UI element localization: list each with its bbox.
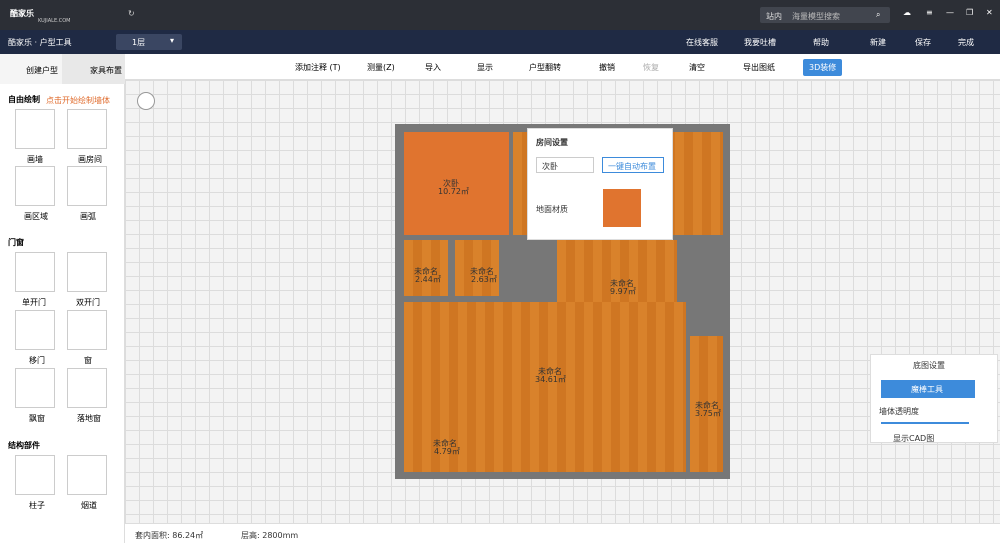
room-settings-title: 房间设置 [536, 138, 568, 147]
area-room5: 4.79㎡ [434, 447, 460, 456]
tab-create[interactable]: 创建户型 [0, 54, 62, 84]
search-input[interactable]: 海量模型搜索 [792, 11, 840, 22]
draw-room-tool[interactable] [67, 109, 107, 149]
auto-layout-button[interactable]: 一键自动布置 [602, 157, 664, 173]
section-structural: 结构部件 [8, 441, 40, 450]
draw-wall-tool[interactable] [15, 109, 55, 149]
area-room2: 2.63㎡ [471, 275, 497, 284]
tab-furniture-label: 家具布置 [90, 66, 122, 75]
floor-window-tool[interactable] [67, 368, 107, 408]
toolbar: 添加注释 (T) 测量(Z) 导入 显示 户型翻转 撤销 恢复 清空 导出图纸 … [125, 54, 1000, 80]
height-status: 层高: 2800mm [241, 531, 299, 540]
floor-material-swatch[interactable] [603, 189, 641, 227]
bay-window-tool[interactable] [15, 368, 55, 408]
draw-room-label: 画房间 [78, 155, 102, 164]
chevron-down-icon: ▾ [170, 36, 175, 45]
window-label: 窗 [84, 356, 92, 365]
done-button[interactable]: 完成 [958, 37, 974, 48]
help-button[interactable]: 帮助 [813, 37, 829, 48]
sliding-door-label: 移门 [29, 356, 45, 365]
annotate-button[interactable]: 添加注释 (T) [295, 62, 341, 73]
bay-window-label: 飘窗 [29, 414, 45, 423]
floor-select[interactable]: 1层 ▾ [116, 34, 182, 50]
left-panel: 创建户型 家具布置 自由绘制 点击开始绘制墙体 画墙 画房间 画区域 画弧 门窗… [0, 54, 125, 543]
clear-button[interactable]: 清空 [689, 62, 705, 73]
restore-icon[interactable]: ❐ [966, 8, 973, 17]
redo-button[interactable]: 恢复 [643, 62, 659, 73]
display-button[interactable]: 显示 [477, 62, 493, 73]
floor-material-label: 地面材质 [536, 205, 568, 214]
app-logo: 酷家乐 [10, 9, 34, 18]
undo-button[interactable]: 撤销 [599, 62, 615, 73]
magic-wand-button[interactable]: 魔棒工具 [881, 380, 975, 398]
section-doors: 门窗 [8, 238, 24, 247]
single-door-label: 单开门 [22, 298, 46, 307]
flip-button[interactable]: 户型翻转 [529, 62, 561, 73]
room-settings-panel: 房间设置 次卧 一键自动布置 地面材质 [527, 128, 673, 240]
draw-region-label: 画区域 [24, 212, 48, 221]
floor-window-label: 落地窗 [77, 414, 101, 423]
draw-arc-label: 画弧 [80, 212, 96, 221]
draw-wall-label: 画墙 [27, 155, 43, 164]
new-button[interactable]: 新建 [870, 37, 886, 48]
magic-wand-label: 魔棒工具 [911, 385, 943, 394]
auto-layout-label: 一键自动布置 [608, 162, 656, 171]
export-button[interactable]: 导出图纸 [743, 62, 775, 73]
area-room4: 34.61㎡ [535, 375, 566, 384]
search-scope[interactable]: 站内 [766, 11, 782, 22]
search-icon[interactable]: ⌕ [876, 10, 880, 20]
flue-tool[interactable] [67, 455, 107, 495]
cloud-icon[interactable]: ☁ [903, 8, 911, 17]
import-button[interactable]: 导入 [425, 62, 441, 73]
decor-button[interactable]: 3D装修 [803, 59, 843, 76]
base-settings-panel: 底图设置 魔棒工具 墙体透明度 显示CAD图 [870, 354, 998, 443]
base-settings-title: 底图设置 [913, 361, 945, 370]
menu-icon[interactable]: ≡ [926, 8, 933, 17]
search-box[interactable]: 站内 海量模型搜索 ⌕ [760, 7, 890, 23]
single-door-tool[interactable] [15, 252, 55, 292]
floor-label: 1层 [132, 38, 146, 47]
pillar-tool[interactable] [15, 455, 55, 495]
opacity-label: 墙体透明度 [879, 407, 919, 416]
opacity-slider[interactable] [881, 422, 969, 424]
cad-label: 显示CAD图 [893, 434, 935, 443]
floorplan-canvas[interactable]: 次卧 10.72㎡ 未命名 2.44㎡ 未命名 2.63㎡ 未命名 9.97㎡ … [125, 80, 1000, 523]
draw-region-tool[interactable] [15, 166, 55, 206]
double-door-tool[interactable] [67, 252, 107, 292]
refresh-icon[interactable]: ↻ [128, 9, 135, 18]
area-bedroom: 10.72㎡ [438, 187, 469, 196]
status-bar: 套内面积: 86.24㎡ 层高: 2800mm [125, 523, 1000, 543]
save-button[interactable]: 保存 [915, 37, 931, 48]
app-subtext: KUJIALE.COM [38, 18, 71, 24]
tab-furniture[interactable]: 家具布置 [62, 54, 125, 84]
flue-label: 烟道 [81, 501, 97, 510]
room-type-value: 次卧 [542, 162, 558, 171]
app-header: 酷家乐 · 户型工具 1层 ▾ 在线客服 我要吐槽 帮助 新建 保存 完成 [0, 30, 1000, 54]
area-room3: 9.97㎡ [610, 287, 636, 296]
draw-arc-tool[interactable] [67, 166, 107, 206]
window-tool[interactable] [67, 310, 107, 350]
service-button[interactable]: 在线客服 [686, 37, 718, 48]
draw-hint: 点击开始绘制墙体 [46, 96, 110, 105]
app-title: 酷家乐 · 户型工具 [8, 38, 72, 47]
compass-icon[interactable] [137, 92, 155, 110]
area-room6: 3.75㎡ [695, 409, 721, 418]
sliding-door-tool[interactable] [15, 310, 55, 350]
feedback-button[interactable]: 我要吐槽 [744, 37, 776, 48]
measure-button[interactable]: 测量(Z) [367, 62, 395, 73]
double-door-label: 双开门 [76, 298, 100, 307]
minimize-icon[interactable]: — [946, 8, 954, 17]
area-status: 套内面积: 86.24㎡ [135, 531, 204, 540]
tab-create-label: 创建户型 [26, 66, 58, 75]
pillar-label: 柱子 [29, 501, 45, 510]
room-type-select[interactable]: 次卧 [536, 157, 594, 173]
close-icon[interactable]: ✕ [986, 8, 993, 17]
area-room1: 2.44㎡ [415, 275, 441, 284]
title-bar: 酷家乐 KUJIALE.COM ↻ 站内 海量模型搜索 ⌕ ☁ ≡ — ❐ ✕ [0, 0, 1000, 30]
section-free-draw: 自由绘制 [8, 95, 40, 104]
